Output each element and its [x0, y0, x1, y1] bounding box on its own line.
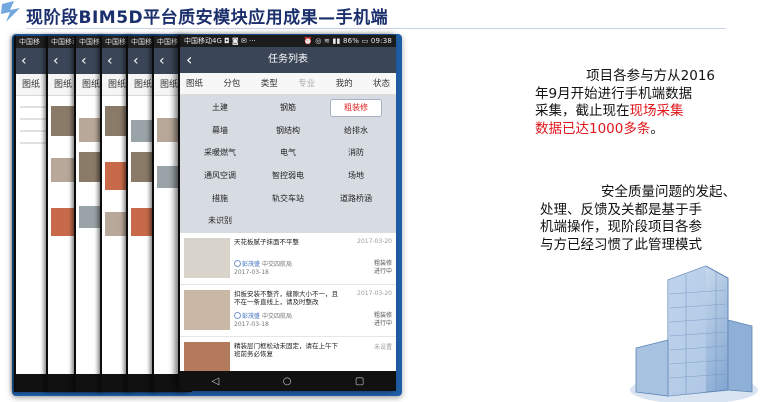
summary-paragraph-2: 安全质量问题的发起、 处理、反馈及关都是基于手 机端操作，现阶段项目各参 与方已… [540, 184, 736, 254]
nav-recents-icon[interactable]: ▢ [355, 376, 364, 387]
status-carrier: 中国移动4G ◘ ◙ ✉ ··· [184, 37, 256, 45]
status-indicators: ⏰ ◎ ≋ ▮▮ 86% ▭ 09:38 [303, 37, 392, 45]
para1-highlight-2: 数据已达1000多条 [535, 120, 651, 137]
task-photo-thumbnail [184, 290, 230, 330]
avatar-icon [234, 260, 241, 267]
tab-discipline[interactable]: 专业 [298, 73, 315, 94]
category-option[interactable]: 幕墙 [186, 122, 254, 140]
category-option[interactable]: 消防 [322, 144, 390, 162]
task-status: 进行中 [373, 320, 392, 327]
status-bar: 中国移动4G ◘ ◙ ✉ ··· ⏰ ◎ ≋ ▮▮ 86% ▭ 09:38 [180, 35, 396, 47]
task-status: 进行中 [373, 268, 392, 275]
para1-line1: 项目各参与方从2016 [586, 68, 715, 84]
category-option[interactable]: 措施 [186, 190, 254, 208]
para2-line3: 机端操作，现阶段项目各参 [540, 219, 702, 235]
nav-back-icon[interactable]: ◁ [212, 376, 220, 387]
tab-subcontract[interactable]: 分包 [223, 73, 240, 94]
page-title: 任务列表 [268, 54, 308, 65]
para2-line4: 与方已经习惯了此管理模式 [540, 236, 702, 253]
para1-highlight-1: 现场采集 [629, 103, 684, 119]
title-divider [26, 28, 726, 29]
avatar-icon [234, 312, 241, 319]
building-illustration-icon [630, 265, 758, 402]
category-option[interactable]: 土建 [186, 99, 254, 117]
task-user: 彭茂盛 中交四航局 [234, 259, 292, 268]
tab-drawings[interactable]: 图纸 [186, 73, 203, 94]
filter-tabs: 图纸 分包 类型 专业 我的 状态 [180, 73, 396, 95]
para1-line3: 采集，截止现在 [535, 103, 630, 119]
category-option[interactable]: 钢筋 [254, 99, 322, 117]
user-name: 彭茂盛 [242, 261, 261, 268]
task-date: 2017-03-20 [357, 290, 392, 297]
nav-home-icon[interactable]: ○ [283, 376, 292, 387]
task-list: 天花板腻子抹面不平整 2017-03-20 彭茂盛 中交四航局 2017-03-… [180, 233, 396, 389]
task-description: 天花板腻子抹面不平整 [234, 238, 299, 246]
category-option[interactable]: 电气 [254, 144, 322, 162]
user-name: 彭茂盛 [242, 313, 261, 320]
para2-line2: 处理、反馈及关都是基于手 [540, 201, 702, 218]
para2-line1: 安全质量问题的发起、 [601, 184, 736, 200]
task-created-date: 2017-03-18 [234, 321, 269, 328]
tab-status[interactable]: 状态 [373, 73, 390, 94]
task-date: 未设置 [373, 344, 392, 351]
category-option[interactable]: 采暖燃气 [186, 144, 254, 162]
list-item[interactable]: 扣板安装不整齐，缝隙大小不一，且不在一条直线上，请及时整改 2017-03-20… [180, 285, 396, 337]
category-option[interactable]: 通风空调 [186, 167, 254, 185]
app-header: ‹ 任务列表 [180, 47, 396, 73]
phone-screen: 中国移动4G ◘ ◙ ✉ ··· ⏰ ◎ ≋ ▮▮ 86% ▭ 09:38 ‹ … [178, 35, 396, 391]
tab-type[interactable]: 类型 [261, 73, 278, 94]
tab-mine[interactable]: 我的 [336, 73, 353, 94]
para1-line4-end: 。 [650, 120, 664, 137]
slide-title: 现阶段BIM5D平台质安模块应用成果—手机端 [26, 8, 389, 28]
category-option-selected[interactable]: 粗装修 [330, 99, 382, 117]
discipline-dropdown: 土建 钢筋 粗装修 幕墙 钢结构 给排水 采暖燃气 电气 消防 通风空调 智控弱… [180, 95, 396, 233]
user-org: 中交四航局 [261, 261, 292, 268]
user-org: 中交四航局 [261, 313, 292, 320]
category-option[interactable]: 钢结构 [254, 122, 322, 140]
task-description: 扣板安装不整齐，缝隙大小不一，且不在一条直线上，请及时整改 [234, 290, 338, 306]
category-option[interactable]: 道路桥涵 [322, 190, 390, 208]
category-option[interactable]: 智控弱电 [254, 167, 322, 185]
para1-line2: 年9月开始进行手机端数据 [535, 85, 693, 102]
category-option[interactable]: 未识别 [186, 212, 254, 230]
category-option[interactable]: 轨交车站 [254, 190, 322, 208]
task-date: 2017-03-20 [357, 238, 392, 245]
category-option[interactable]: 场地 [322, 167, 390, 185]
task-description: 精装层门框松动未固定，请在上午下班前务必恢复 [234, 342, 338, 358]
list-item[interactable]: 天花板腻子抹面不平整 2017-03-20 彭茂盛 中交四航局 2017-03-… [180, 233, 396, 285]
company-logo-icon [1, 1, 20, 22]
category-option[interactable]: 给排水 [322, 122, 390, 140]
summary-paragraph-1: 项目各参与方从2016 年9月开始进行手机端数据 采集，截止现在现场采集 数据已… [535, 68, 731, 138]
task-user: 彭茂盛 中交四航局 [234, 311, 292, 320]
task-photo-thumbnail [184, 238, 230, 278]
task-created-date: 2017-03-18 [234, 269, 269, 276]
system-nav-bar: ◁ ○ ▢ [180, 371, 396, 391]
